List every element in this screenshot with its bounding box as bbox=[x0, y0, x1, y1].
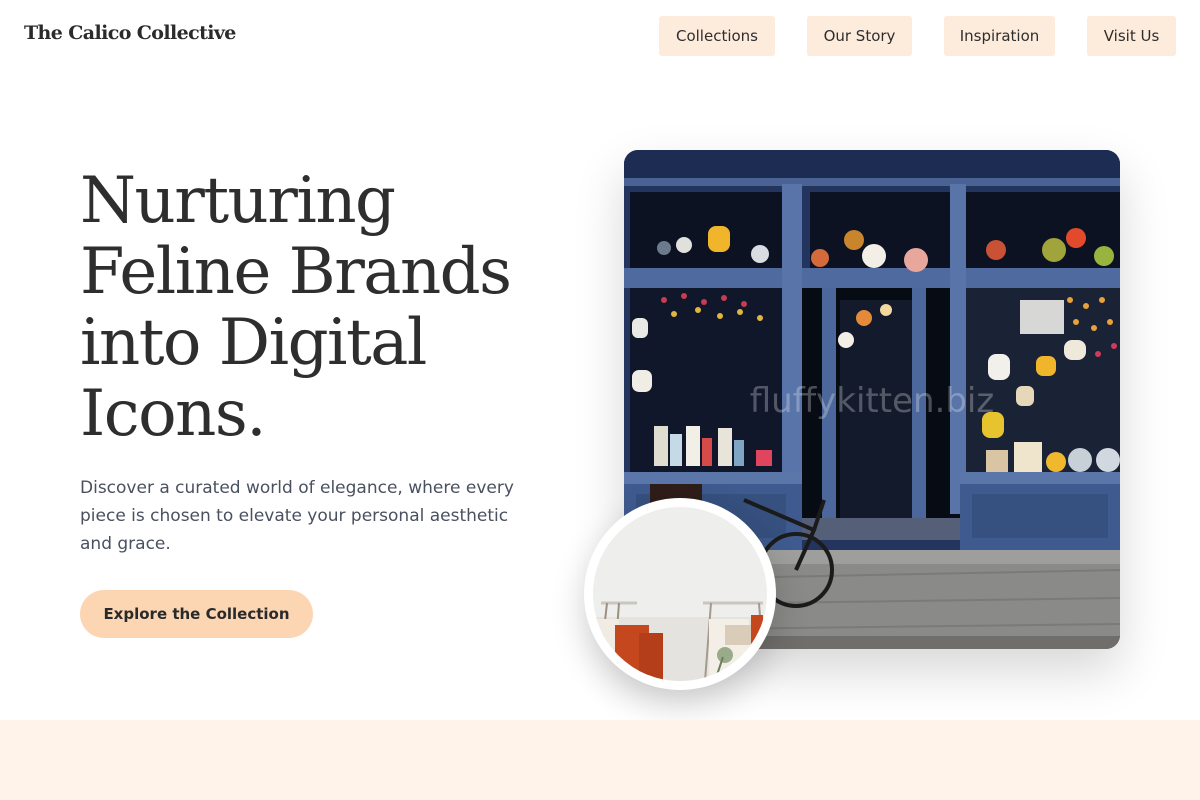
explore-collection-button[interactable]: Explore the Collection bbox=[80, 590, 313, 638]
main-nav: Collections Our Story Inspiration Visit … bbox=[0, 16, 1200, 56]
next-section-band bbox=[0, 720, 1200, 800]
nav-visit-us-button[interactable]: Visit Us bbox=[1087, 16, 1176, 56]
boutique-thumbnail bbox=[584, 498, 776, 690]
nav-inspiration-button[interactable]: Inspiration bbox=[944, 16, 1055, 56]
hero-subtitle: Discover a curated world of elegance, wh… bbox=[80, 478, 514, 554]
nav-our-story-button[interactable]: Our Story bbox=[807, 16, 912, 56]
watermark-text: fluffykitten.biz bbox=[750, 381, 994, 421]
hero-title: Nurturing Feline Brands into Digital Ico… bbox=[80, 164, 512, 451]
nav-collections-button[interactable]: Collections bbox=[659, 16, 775, 56]
